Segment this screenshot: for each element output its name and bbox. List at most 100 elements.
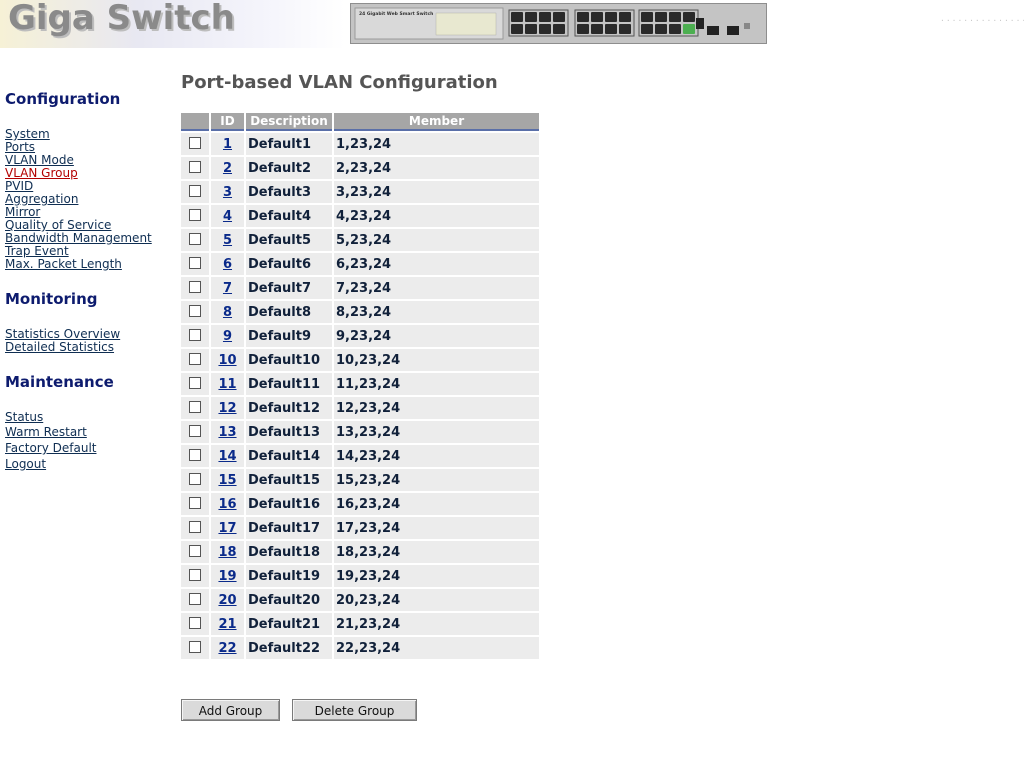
row-select-checkbox[interactable] xyxy=(189,641,201,653)
sidebar-item-factory-default[interactable]: Factory Default xyxy=(5,441,97,455)
row-id-cell: 3 xyxy=(211,181,244,203)
table-row: 9 Default9 9,23,24 xyxy=(181,325,539,347)
row-select-cell xyxy=(181,637,209,659)
vlan-id-link[interactable]: 14 xyxy=(218,449,236,464)
row-select-checkbox[interactable] xyxy=(189,473,201,485)
row-select-cell xyxy=(181,205,209,227)
row-member: 14,23,24 xyxy=(334,445,539,467)
row-select-checkbox[interactable] xyxy=(189,185,201,197)
row-id-cell: 13 xyxy=(211,421,244,443)
vlan-id-link[interactable]: 15 xyxy=(218,473,236,488)
row-select-checkbox[interactable] xyxy=(189,593,201,605)
row-description: Default10 xyxy=(246,349,332,371)
row-description: Default14 xyxy=(246,445,332,467)
sidebar-item-ports[interactable]: Ports xyxy=(5,140,35,154)
sidebar-item-logout[interactable]: Logout xyxy=(5,457,46,471)
sidebar-item-aggregation[interactable]: Aggregation xyxy=(5,192,78,206)
row-id-cell: 22 xyxy=(211,637,244,659)
row-id-cell: 20 xyxy=(211,589,244,611)
vlan-id-link[interactable]: 17 xyxy=(218,521,236,536)
sidebar-item-statistics-overview[interactable]: Statistics Overview xyxy=(5,327,120,341)
row-member: 15,23,24 xyxy=(334,469,539,491)
row-select-checkbox[interactable] xyxy=(189,329,201,341)
sidebar-item-vlan-mode[interactable]: VLAN Mode xyxy=(5,153,74,167)
sidebar-item-bandwidth-management[interactable]: Bandwidth Management xyxy=(5,231,152,245)
row-select-checkbox[interactable] xyxy=(189,569,201,581)
row-select-checkbox[interactable] xyxy=(189,401,201,413)
row-description: Default8 xyxy=(246,301,332,323)
vlan-id-link[interactable]: 4 xyxy=(223,209,232,224)
header-description: Description xyxy=(246,113,332,131)
row-member: 16,23,24 xyxy=(334,493,539,515)
row-select-cell xyxy=(181,589,209,611)
vlan-id-link[interactable]: 22 xyxy=(218,641,236,656)
row-id-cell: 15 xyxy=(211,469,244,491)
row-member: 19,23,24 xyxy=(334,565,539,587)
table-row: 21 Default21 21,23,24 xyxy=(181,613,539,635)
row-description: Default19 xyxy=(246,565,332,587)
row-select-cell xyxy=(181,373,209,395)
sidebar-item-max-packet-length[interactable]: Max. Packet Length xyxy=(5,257,122,271)
sidebar-item-quality-of-service[interactable]: Quality of Service xyxy=(5,218,111,232)
brand-banner: Giga Switch xyxy=(0,0,345,48)
sidebar-item-vlan-group[interactable]: VLAN Group xyxy=(5,166,78,180)
row-select-checkbox[interactable] xyxy=(189,137,201,149)
vlan-id-link[interactable]: 10 xyxy=(218,353,236,368)
table-row: 13 Default13 13,23,24 xyxy=(181,421,539,443)
table-header-row: ID Description Member xyxy=(181,113,539,131)
vlan-id-link[interactable]: 13 xyxy=(218,425,236,440)
row-select-checkbox[interactable] xyxy=(189,305,201,317)
row-select-cell xyxy=(181,253,209,275)
vlan-id-link[interactable]: 12 xyxy=(218,401,236,416)
row-description: Default11 xyxy=(246,373,332,395)
vlan-id-link[interactable]: 18 xyxy=(218,545,236,560)
vlan-id-link[interactable]: 8 xyxy=(223,305,232,320)
row-description: Default7 xyxy=(246,277,332,299)
vlan-id-link[interactable]: 21 xyxy=(218,617,236,632)
vlan-id-link[interactable]: 3 xyxy=(223,185,232,200)
row-select-checkbox[interactable] xyxy=(189,377,201,389)
row-select-checkbox[interactable] xyxy=(189,353,201,365)
delete-group-button[interactable]: Delete Group xyxy=(292,699,417,721)
vlan-id-link[interactable]: 5 xyxy=(223,233,232,248)
row-member: 5,23,24 xyxy=(334,229,539,251)
row-select-cell xyxy=(181,493,209,515)
row-select-checkbox[interactable] xyxy=(189,449,201,461)
sidebar-item-status[interactable]: Status xyxy=(5,410,43,424)
row-description: Default16 xyxy=(246,493,332,515)
row-select-checkbox[interactable] xyxy=(189,545,201,557)
vlan-id-link[interactable]: 16 xyxy=(218,497,236,512)
sidebar-item-mirror[interactable]: Mirror xyxy=(5,205,40,219)
vlan-id-link[interactable]: 19 xyxy=(218,569,236,584)
sidebar-item-pvid[interactable]: PVID xyxy=(5,179,33,193)
sidebar-item-trap-event[interactable]: Trap Event xyxy=(5,244,69,258)
row-id-cell: 10 xyxy=(211,349,244,371)
row-member: 11,23,24 xyxy=(334,373,539,395)
vlan-id-link[interactable]: 6 xyxy=(223,257,232,272)
sidebar-item-system[interactable]: System xyxy=(5,127,50,141)
row-select-checkbox[interactable] xyxy=(189,161,201,173)
row-member: 13,23,24 xyxy=(334,421,539,443)
row-member: 8,23,24 xyxy=(334,301,539,323)
sidebar-item-detailed-statistics[interactable]: Detailed Statistics xyxy=(5,340,114,354)
vlan-id-link[interactable]: 9 xyxy=(223,329,232,344)
row-select-checkbox[interactable] xyxy=(189,233,201,245)
sidebar-item-warm-restart[interactable]: Warm Restart xyxy=(5,425,87,439)
table-row: 22 Default22 22,23,24 xyxy=(181,637,539,659)
row-select-cell xyxy=(181,157,209,179)
vlan-id-link[interactable]: 2 xyxy=(223,161,232,176)
add-group-button[interactable]: Add Group xyxy=(181,699,280,721)
vlan-id-link[interactable]: 7 xyxy=(223,281,232,296)
row-select-checkbox[interactable] xyxy=(189,497,201,509)
row-select-checkbox[interactable] xyxy=(189,521,201,533)
row-select-checkbox[interactable] xyxy=(189,617,201,629)
row-id-cell: 4 xyxy=(211,205,244,227)
vlan-id-link[interactable]: 1 xyxy=(223,137,232,152)
row-select-checkbox[interactable] xyxy=(189,257,201,269)
row-select-checkbox[interactable] xyxy=(189,281,201,293)
vlan-id-link[interactable]: 11 xyxy=(218,377,236,392)
vlan-id-link[interactable]: 20 xyxy=(218,593,236,608)
table-row: 2 Default2 2,23,24 xyxy=(181,157,539,179)
row-select-checkbox[interactable] xyxy=(189,209,201,221)
row-select-checkbox[interactable] xyxy=(189,425,201,437)
